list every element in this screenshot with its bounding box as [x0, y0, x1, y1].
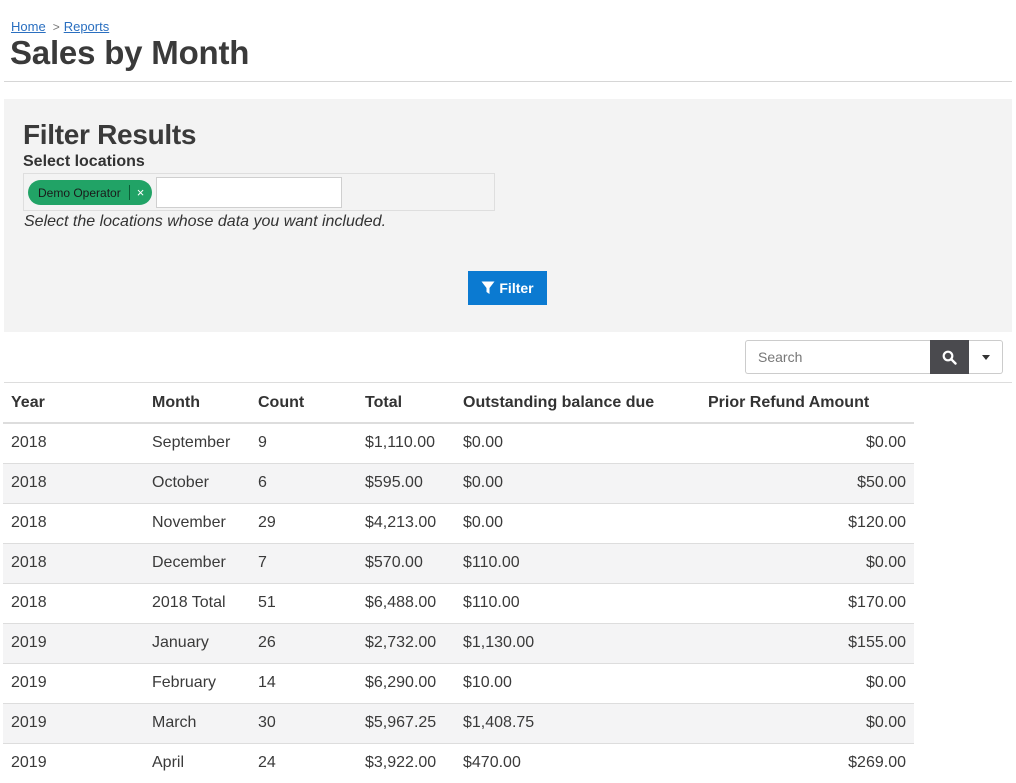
cell-month: March	[144, 702, 250, 743]
table-row: 2018 November 29 $4,213.00 $0.00 $120.00	[3, 502, 914, 543]
cell-month: January	[144, 622, 250, 663]
cell-refund: $0.00	[700, 422, 914, 463]
header-divider	[4, 81, 1012, 82]
table-row: 2018 December 7 $570.00 $110.00 $0.00	[3, 542, 914, 583]
cell-outstanding: $110.00	[455, 582, 700, 623]
cell-outstanding: $0.00	[455, 502, 700, 543]
page-title: Sales by Month	[10, 34, 250, 71]
table-row: 2019 February 14 $6,290.00 $10.00 $0.00	[3, 662, 914, 703]
caret-down-icon	[981, 354, 990, 360]
cell-total: $4,213.00	[357, 502, 455, 543]
column-header-total[interactable]: Total	[357, 383, 455, 424]
cell-month: 2018 Total	[144, 582, 250, 623]
table-row: 2018 September 9 $1,110.00 $0.00 $0.00	[3, 422, 914, 463]
cell-year: 2018	[3, 422, 144, 463]
table-header-row: Year Month Count Total Outstanding balan…	[3, 383, 914, 424]
cell-total: $595.00	[357, 462, 455, 503]
cell-outstanding: $10.00	[455, 662, 700, 703]
close-icon[interactable]: ×	[137, 186, 145, 199]
cell-refund: $170.00	[700, 582, 914, 623]
location-multiselect[interactable]: Demo Operator ×	[23, 173, 495, 211]
cell-month: December	[144, 542, 250, 583]
location-tag-label: Demo Operator	[38, 185, 121, 200]
table-row: 2019 April 24 $3,922.00 $470.00 $269.00	[3, 742, 914, 783]
search-icon	[942, 350, 957, 365]
funnel-icon	[481, 281, 495, 294]
cell-count: 24	[250, 742, 357, 783]
column-header-year[interactable]: Year	[3, 383, 144, 424]
cell-count: 9	[250, 422, 357, 463]
column-header-outstanding[interactable]: Outstanding balance due	[455, 383, 700, 424]
cell-total: $2,732.00	[357, 622, 455, 663]
breadcrumb: Home > Reports	[11, 19, 109, 34]
cell-month: October	[144, 462, 250, 503]
select-locations-label: Select locations	[23, 153, 145, 170]
cell-refund: $50.00	[700, 462, 914, 503]
column-header-refund[interactable]: Prior Refund Amount	[700, 383, 914, 424]
search-button[interactable]	[930, 340, 969, 374]
tag-divider	[128, 185, 130, 200]
cell-refund: $0.00	[700, 542, 914, 583]
search-input[interactable]	[745, 340, 930, 374]
cell-year: 2018	[3, 542, 144, 583]
cell-outstanding: $110.00	[455, 542, 700, 583]
table-row: 2018 October 6 $595.00 $0.00 $50.00	[3, 462, 914, 503]
cell-total: $6,290.00	[357, 662, 455, 703]
search-options-dropdown[interactable]	[969, 340, 1003, 374]
cell-month: February	[144, 662, 250, 703]
column-header-month[interactable]: Month	[144, 383, 250, 424]
cell-count: 29	[250, 502, 357, 543]
cell-count: 14	[250, 662, 357, 703]
cell-refund: $120.00	[700, 502, 914, 543]
table-row: 2018 2018 Total 51 $6,488.00 $110.00 $170.00	[3, 582, 914, 623]
cell-total: $6,488.00	[357, 582, 455, 623]
chevron-right-icon: >	[52, 19, 60, 34]
table-row: 2019 March 30 $5,967.25 $1,408.75 $0.00	[3, 702, 914, 743]
cell-year: 2018	[3, 582, 144, 623]
cell-total: $1,110.00	[357, 422, 455, 463]
cell-count: 30	[250, 702, 357, 743]
cell-outstanding: $0.00	[455, 422, 700, 463]
location-tag: Demo Operator ×	[28, 180, 153, 205]
cell-total: $3,922.00	[357, 742, 455, 783]
filter-button[interactable]: Filter	[468, 271, 547, 305]
cell-month: April	[144, 742, 250, 783]
location-search-input[interactable]	[156, 177, 342, 208]
cell-count: 7	[250, 542, 357, 583]
cell-refund: $0.00	[700, 662, 914, 703]
cell-year: 2019	[3, 662, 144, 703]
cell-year: 2019	[3, 702, 144, 743]
cell-month: September	[144, 422, 250, 463]
cell-year: 2019	[3, 742, 144, 783]
breadcrumb-reports-link[interactable]: Reports	[64, 19, 110, 34]
filter-button-label: Filter	[499, 280, 534, 296]
cell-count: 51	[250, 582, 357, 623]
cell-outstanding: $470.00	[455, 742, 700, 783]
cell-outstanding: $0.00	[455, 462, 700, 503]
filter-title: Filter Results	[23, 119, 197, 150]
cell-count: 26	[250, 622, 357, 663]
cell-total: $570.00	[357, 542, 455, 583]
cell-refund: $0.00	[700, 702, 914, 743]
filter-panel: Filter Results Select locations Demo Ope…	[4, 99, 1012, 332]
cell-year: 2018	[3, 462, 144, 503]
cell-year: 2019	[3, 622, 144, 663]
cell-refund: $269.00	[700, 742, 914, 783]
cell-month: November	[144, 502, 250, 543]
cell-refund: $155.00	[700, 622, 914, 663]
table-search	[745, 340, 1003, 374]
breadcrumb-home-link[interactable]: Home	[11, 19, 46, 34]
cell-total: $5,967.25	[357, 702, 455, 743]
cell-count: 6	[250, 462, 357, 503]
location-help-text: Select the locations whose data you want…	[24, 213, 387, 230]
cell-outstanding: $1,408.75	[455, 702, 700, 743]
column-header-count[interactable]: Count	[250, 383, 357, 424]
cell-outstanding: $1,130.00	[455, 622, 700, 663]
cell-year: 2018	[3, 502, 144, 543]
sales-table: Year Month Count Total Outstanding balan…	[3, 383, 914, 783]
table-row: 2019 January 26 $2,732.00 $1,130.00 $155.00	[3, 622, 914, 663]
